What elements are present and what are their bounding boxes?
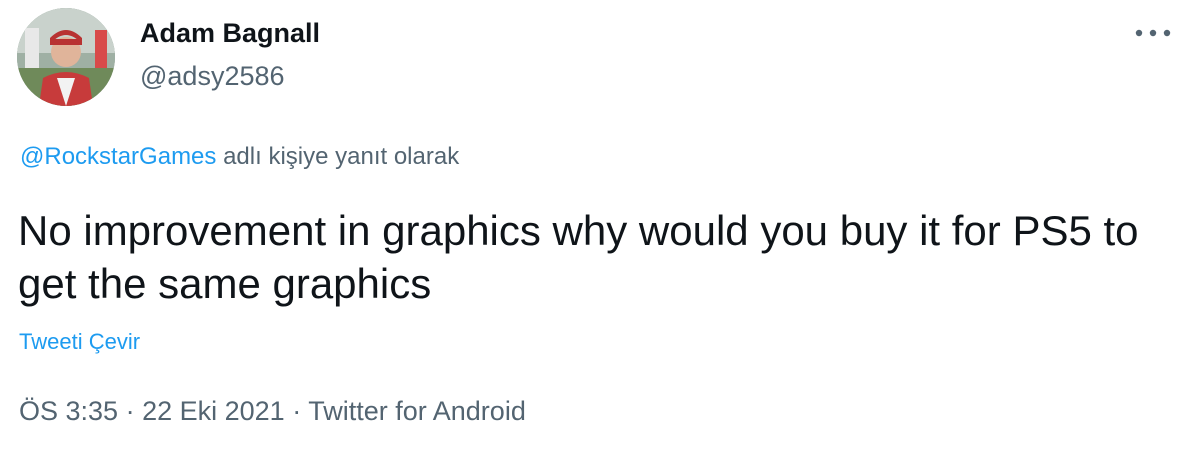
tweet-meta: ÖS 3:35 · 22 Eki 2021 · Twitter for Andr…: [19, 393, 526, 429]
more-options-button[interactable]: [1130, 18, 1176, 48]
meta-separator: ·: [292, 396, 302, 426]
reply-mention-link[interactable]: @RockstarGames: [20, 143, 216, 170]
reply-context-label: adlı kişiye yanıt olarak: [223, 143, 460, 170]
tweet-text: No improvement in graphics why would you…: [18, 207, 1139, 307]
more-horizontal-icon: [1133, 28, 1173, 38]
avatar[interactable]: [17, 8, 115, 106]
tweet-source[interactable]: Twitter for Android: [308, 396, 526, 426]
author-display-name[interactable]: Adam Bagnall: [140, 16, 320, 50]
tweet-date[interactable]: 22 Eki 2021: [142, 396, 285, 426]
reply-context: @RockstarGames adlı kişiye yanıt olarak: [20, 141, 459, 173]
translate-tweet-link[interactable]: Tweeti Çevir: [19, 327, 140, 357]
meta-separator: ·: [125, 396, 135, 426]
tweet-time[interactable]: ÖS 3:35: [19, 396, 118, 426]
avatar-image: [17, 8, 115, 106]
author-handle[interactable]: @adsy2586: [140, 59, 285, 93]
